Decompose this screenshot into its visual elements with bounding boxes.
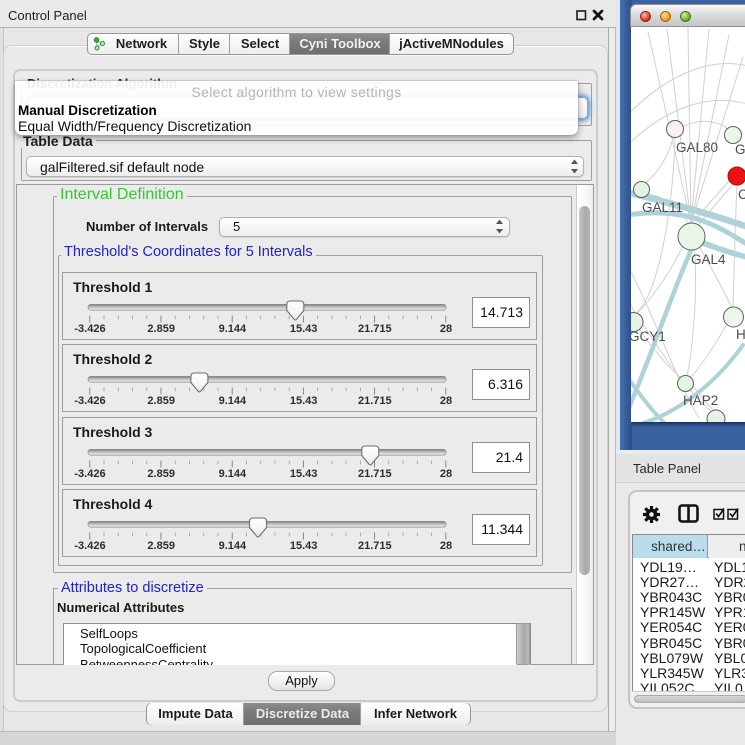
svg-text:GAL4: GAL4 [691, 252, 726, 267]
svg-text:HAP2: HAP2 [683, 393, 718, 408]
svg-text:H: H [736, 327, 745, 342]
svg-text:G.: G. [735, 142, 745, 157]
svg-text:C: C [738, 187, 745, 202]
svg-text:GCY1: GCY1 [631, 329, 666, 344]
svg-text:GAL80: GAL80 [676, 140, 718, 155]
svg-text:GAL11: GAL11 [642, 200, 683, 215]
